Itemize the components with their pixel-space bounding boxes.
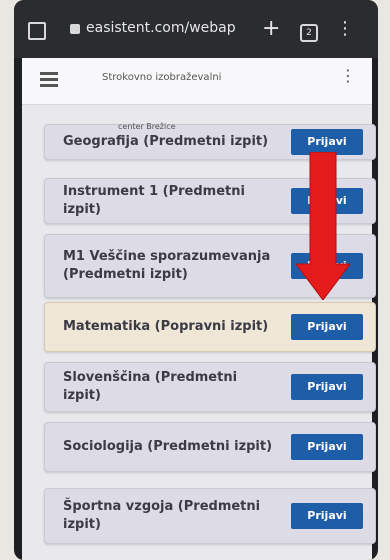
hamburger-menu-icon[interactable]	[40, 72, 58, 87]
prijavi-button[interactable]: Prijavi	[291, 434, 363, 460]
school-name: Strokovno izobraževalni	[102, 72, 222, 83]
url-bar[interactable]: easistent.com/webap	[86, 20, 236, 36]
new-tab-icon[interactable]: +	[262, 16, 280, 41]
prijavi-button[interactable]: Prijavi	[291, 503, 363, 529]
red-down-arrow-icon	[296, 152, 350, 300]
exam-card-sociologija: Sociologija (Predmetni izpit) Prijavi	[44, 422, 376, 472]
browser-toolbar: easistent.com/webap + 2 ⋮	[14, 0, 378, 58]
exam-card-slovenscina: Slovenščina (Predmetni izpit) Prijavi	[44, 362, 376, 412]
web-page: Strokovno izobraževalni ⋮ Geografija (Pr…	[22, 58, 376, 560]
phone-frame: easistent.com/webap + 2 ⋮ Strokovno izob…	[14, 0, 378, 560]
exam-title: M1 Veščine sporazumevanja (Predmetni izp…	[63, 249, 271, 282]
home-icon[interactable]	[28, 22, 46, 40]
tabs-counter-icon[interactable]: 2	[300, 24, 318, 42]
exam-title: Instrument 1 (Predmetni izpit)	[63, 184, 245, 217]
prijavi-button[interactable]: Prijavi	[291, 314, 363, 340]
exam-card-matematika: Matematika (Popravni izpit) Prijavi	[44, 302, 376, 352]
exam-title: Matematika (Popravni izpit)	[63, 319, 269, 334]
school-location: center Brežice	[118, 122, 176, 131]
exam-title: Športna vzgoja (Predmetni izpit)	[63, 499, 261, 532]
more-options-icon[interactable]: ⋮	[340, 66, 356, 85]
app-header: Strokovno izobraževalni ⋮	[22, 58, 372, 105]
prijavi-button[interactable]: Prijavi	[291, 374, 363, 400]
lock-icon	[70, 24, 80, 34]
exam-title: Sociologija (Predmetni izpit)	[63, 439, 273, 454]
exam-title: Geografija (Predmetni izpit)	[63, 134, 269, 149]
exam-title: Slovenščina (Predmetni izpit)	[63, 370, 238, 403]
browser-menu-icon[interactable]: ⋮	[336, 18, 354, 39]
exam-card-sportna-vzgoja: Športna vzgoja (Predmetni izpit) Prijavi	[44, 488, 376, 544]
